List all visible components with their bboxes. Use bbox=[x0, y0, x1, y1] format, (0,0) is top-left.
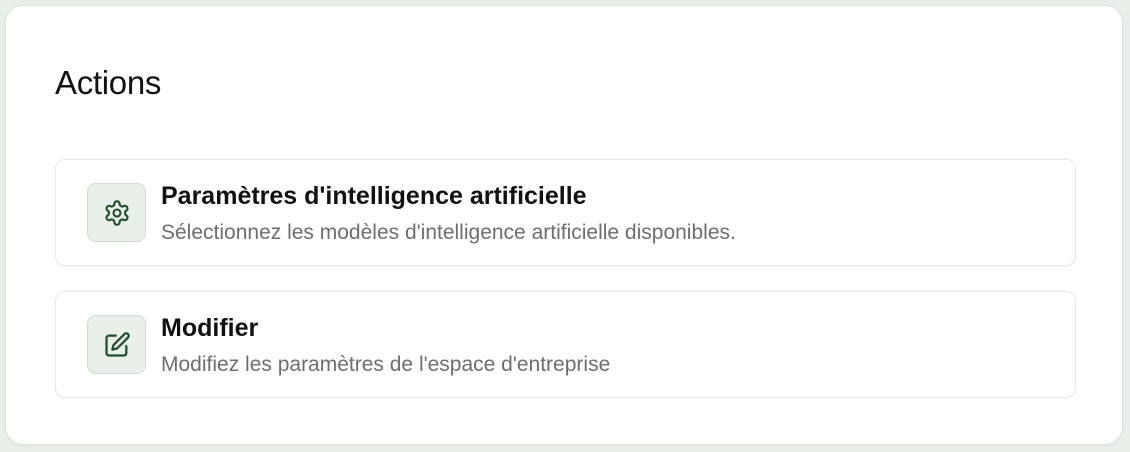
section-title: Actions bbox=[55, 64, 162, 101]
ai-settings-action[interactable]: Paramètres d'intelligence artificielle S… bbox=[55, 159, 1076, 266]
actions-card: Actions Paramètres d'intelligence artifi… bbox=[5, 5, 1123, 445]
edit-description: Modifiez les paramètres de l'espace d'en… bbox=[161, 353, 611, 376]
edit-action[interactable]: Modifier Modifiez les paramètres de l'es… bbox=[55, 291, 1076, 398]
gear-icon bbox=[103, 199, 131, 227]
edit-title: Modifier bbox=[161, 314, 259, 342]
ai-settings-title: Paramètres d'intelligence artificielle bbox=[161, 182, 587, 210]
edit-icon bbox=[103, 331, 131, 359]
ai-settings-icon-container bbox=[87, 183, 146, 242]
ai-settings-description: Sélectionnez les modèles d'intelligence … bbox=[161, 221, 736, 244]
edit-icon-container bbox=[87, 315, 146, 374]
